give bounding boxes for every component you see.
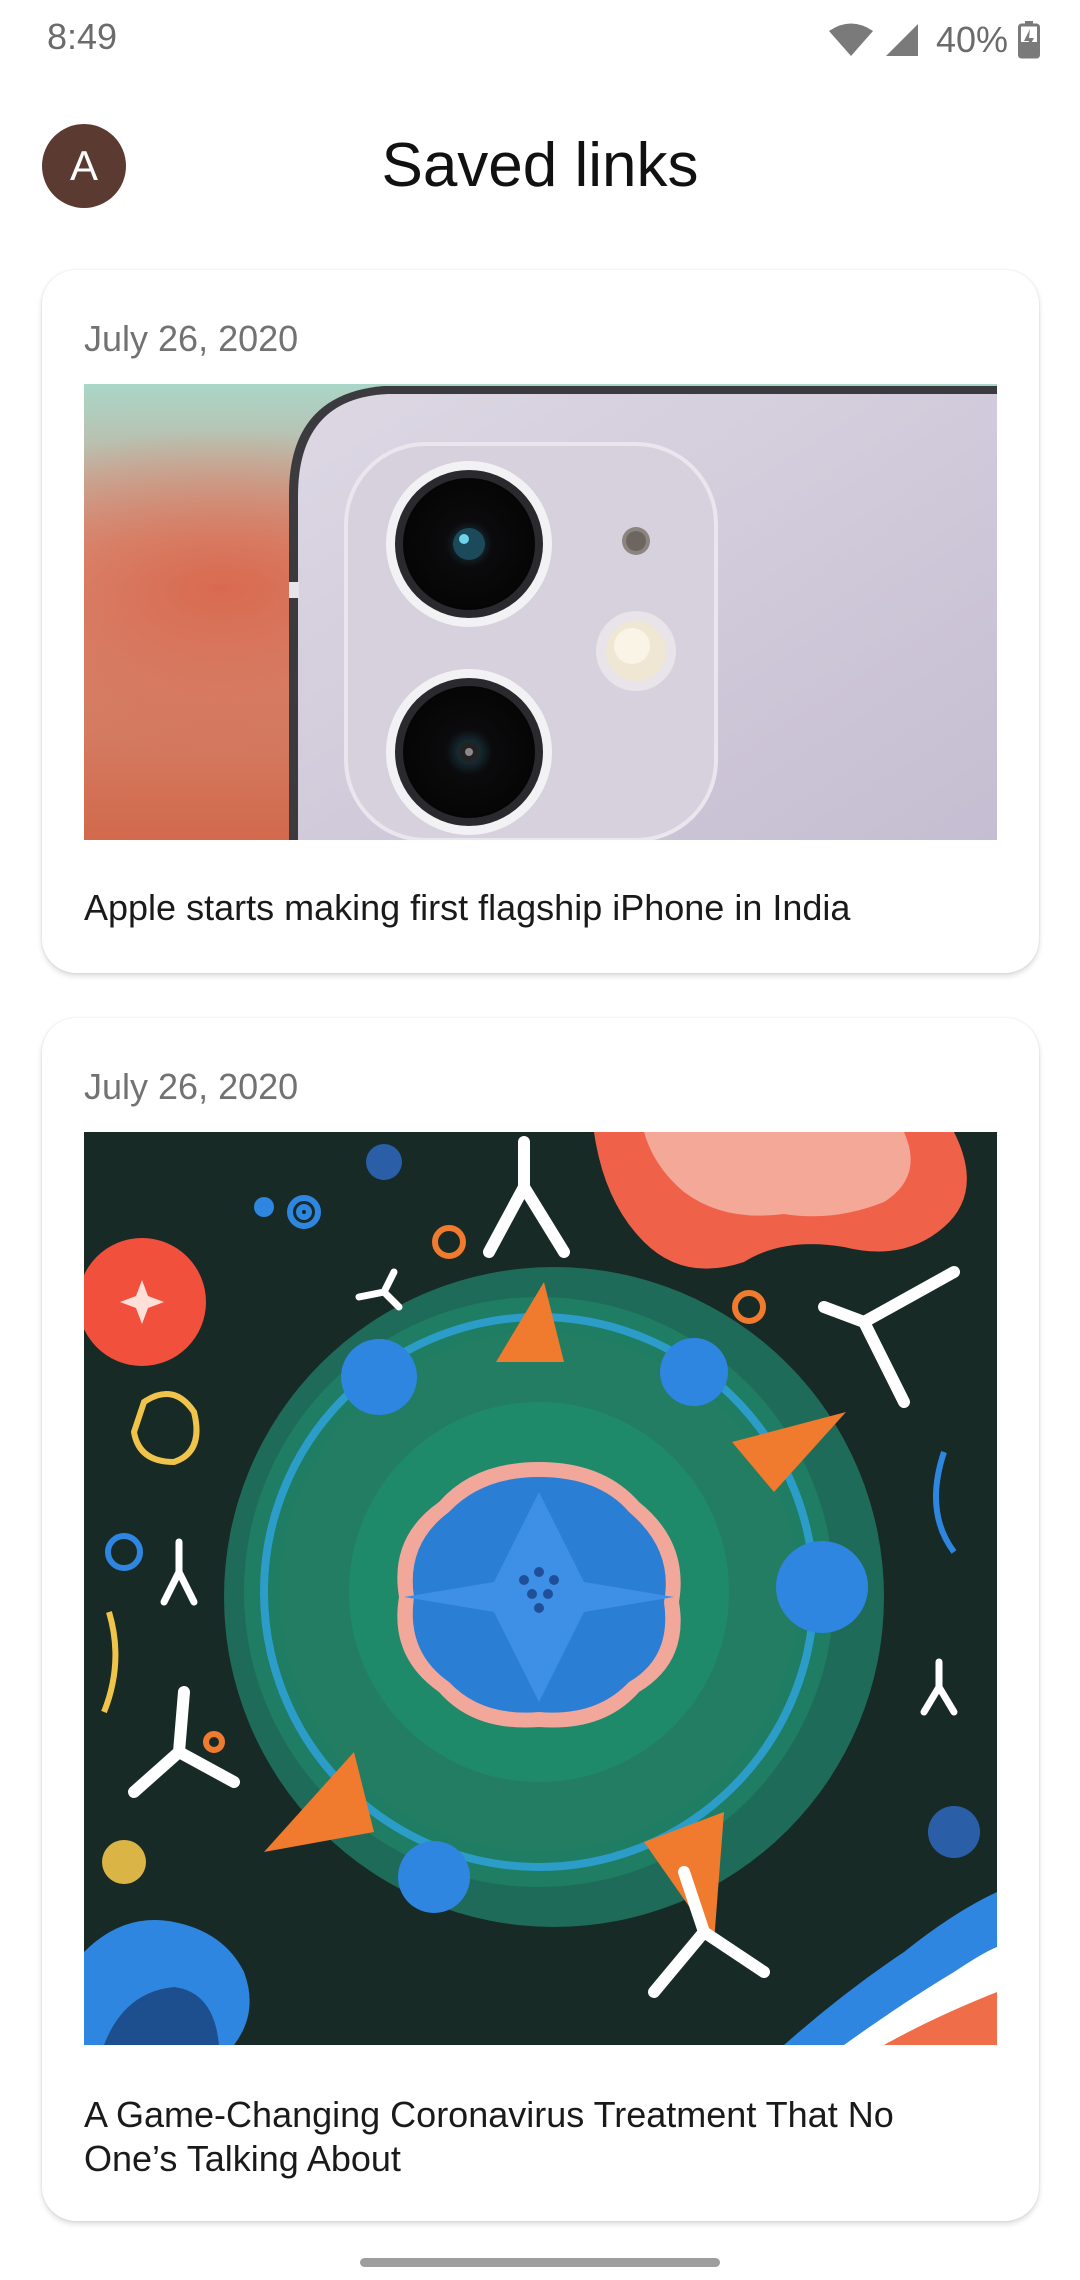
- link-date: July 26, 2020: [84, 1066, 299, 1107]
- app-header: A Saved links: [0, 110, 1080, 220]
- coronavirus-illustration-image: [84, 1132, 997, 2045]
- battery-charging-icon: [1018, 21, 1040, 59]
- saved-link-card[interactable]: July 26, 2020: [42, 1018, 1039, 2221]
- iphone-photo-image: [84, 384, 997, 840]
- status-time: 8:49: [47, 16, 118, 57]
- cell-signal-icon: [884, 22, 920, 58]
- page-title: Saved links: [381, 131, 699, 200]
- status-icons: 40%: [828, 14, 1040, 66]
- link-headline: A Game-Changing Coronavirus Treatment Th…: [84, 2094, 894, 2179]
- saved-link-card[interactable]: July 26, 2020: [42, 270, 1039, 973]
- link-headline: Apple starts making first flagship iPhon…: [84, 887, 851, 928]
- wifi-icon: [828, 22, 874, 58]
- battery-percent: 40%: [935, 19, 1008, 60]
- status-bar: 8:49 40%: [0, 0, 1080, 84]
- gesture-nav-handle[interactable]: [360, 2258, 720, 2267]
- link-date: July 26, 2020: [84, 318, 299, 359]
